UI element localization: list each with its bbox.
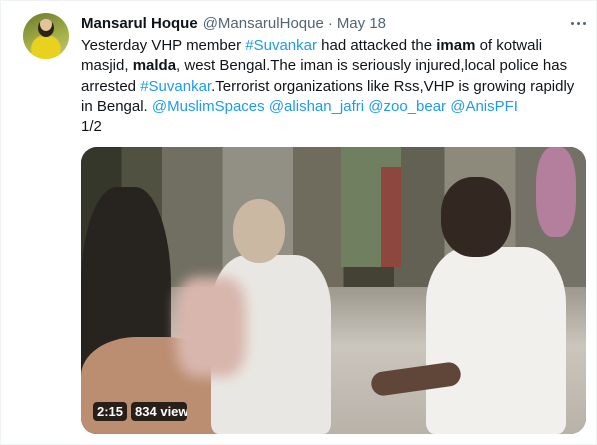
hashtag-link[interactable]: #Suvankar (140, 78, 211, 95)
video-frame (81, 147, 586, 434)
thread-count: 1/2 (81, 118, 102, 136)
mention-link[interactable]: @zoo_bear (368, 98, 446, 115)
avatar-face (38, 19, 54, 37)
bold-text: malda (132, 57, 177, 75)
separator-dot: · (327, 14, 333, 32)
avatar-shirt (32, 37, 60, 59)
video-duration: 2:15 (93, 402, 128, 421)
author-name[interactable]: Mansarul Hoque (81, 15, 198, 32)
text-segment: Yesterday VHP member (81, 37, 246, 54)
text-segment: had attacked the (316, 37, 437, 54)
mention-link[interactable]: @alishan_jafri (269, 98, 364, 115)
bold-text: imam (436, 37, 476, 54)
video-badges: 2:15 834 views (93, 402, 188, 421)
mention-link[interactable]: @AnisPFI (450, 98, 518, 115)
author-handle[interactable]: @MansarulHoque (203, 15, 324, 32)
tweet-card[interactable]: Mansarul Hoque @MansarulHoque · May 18 Y… (0, 0, 597, 445)
tweet-text: Yesterday VHP member #Suvankar had attac… (81, 36, 589, 137)
video-views: 834 views (131, 402, 188, 421)
more-horizontal-icon[interactable] (567, 13, 589, 33)
avatar[interactable] (23, 13, 69, 59)
tweet-body: Yesterday VHP member #Suvankar had attac… (81, 37, 574, 115)
hashtag-link[interactable]: #Suvankar (245, 37, 317, 54)
tweet-date[interactable]: May 18 (337, 15, 386, 32)
mention-link[interactable]: @MuslimSpaces (152, 98, 265, 115)
scene-haze (81, 147, 586, 434)
tweet-header: Mansarul Hoque @MansarulHoque · May 18 (81, 13, 386, 33)
video-player[interactable] (81, 147, 586, 434)
